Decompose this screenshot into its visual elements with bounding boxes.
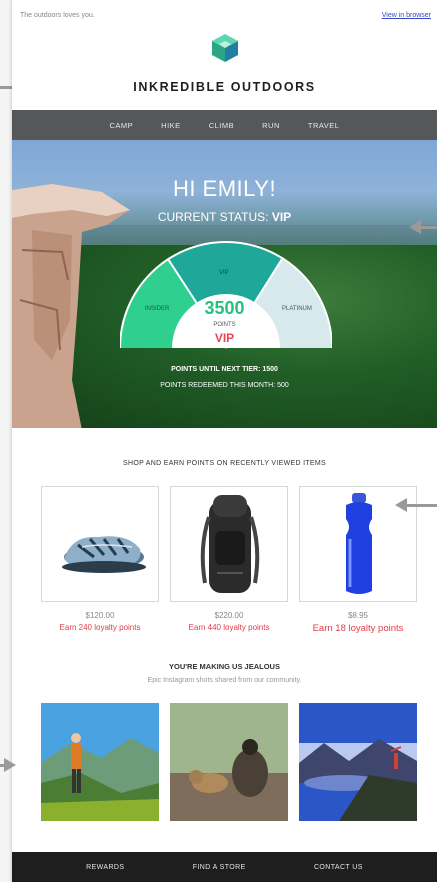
preheader: The outdoors loves you. View in browser: [20, 12, 431, 24]
product-price: $120.00: [85, 611, 115, 620]
dog-photo-icon: [170, 703, 288, 821]
gauge-current-tier: VIP: [214, 331, 235, 345]
product-grid: $120.00 Earn 240 loyalty points $220.00 …: [41, 486, 417, 646]
points-value: 3500: [204, 298, 245, 318]
annotation-arrow-hero: [409, 220, 437, 234]
email-body: The outdoors loves you. View in browser …: [12, 0, 437, 882]
footer-find-store-link[interactable]: FIND A STORE: [193, 864, 246, 871]
nav-item-travel[interactable]: TRAVEL: [308, 121, 340, 130]
community-photo-summit[interactable]: [299, 703, 417, 821]
product-earn-points[interactable]: Earn 440 loyalty points: [170, 623, 288, 632]
community-photo-hiker[interactable]: [41, 703, 159, 821]
preheader-tagline: The outdoors loves you.: [20, 12, 95, 19]
nav-item-camp[interactable]: CAMP: [110, 121, 134, 130]
product-card-backpack[interactable]: $220.00 Earn 440 loyalty points: [170, 486, 288, 632]
nav-item-hike[interactable]: HIKE: [161, 121, 181, 130]
community-photo-grid: [41, 703, 417, 823]
points-redeemed: POINTS REDEEMED THIS MONTH: 500: [160, 382, 289, 389]
community-subtitle: Epic Instagram shots shared from our com…: [147, 677, 302, 684]
product-price: $8.95: [347, 611, 369, 620]
nav-item-climb[interactable]: CLIMB: [209, 121, 234, 130]
status-label: CURRENT STATUS:: [157, 210, 269, 224]
footer-rewards-link[interactable]: REWARDS: [86, 864, 124, 871]
view-in-browser-link[interactable]: View in browser: [382, 12, 431, 19]
current-status: CURRENT STATUS: VIP: [12, 210, 437, 224]
points-label: POINTS: [213, 322, 236, 328]
product-image-frame[interactable]: [170, 486, 288, 602]
annotation-arrow-products: [395, 498, 437, 512]
footer-nav: REWARDS FIND A STORE CONTACT US: [12, 852, 437, 882]
brand-logo-icon: [211, 34, 238, 62]
product-earn-points[interactable]: Earn 18 loyalty points: [299, 623, 417, 634]
community-title: YOU'RE MAKING US JEALOUS: [169, 662, 280, 671]
status-value: VIP: [271, 210, 292, 224]
product-image-frame[interactable]: [41, 486, 159, 602]
brand-name: INKREDIBLE OUTDOORS: [133, 80, 316, 94]
product-price: $220.00: [214, 611, 244, 620]
product-card-sandal[interactable]: $120.00 Earn 240 loyalty points: [41, 486, 159, 632]
community-photo-dog[interactable]: [170, 703, 288, 821]
product-earn-points[interactable]: Earn 240 loyalty points: [41, 623, 159, 632]
sandal-icon: [62, 536, 146, 573]
hero-banner: HI EMILY! CURRENT STATUS: VIP INSIDER VI…: [12, 140, 437, 428]
main-nav: CAMP HIKE CLIMB RUN TRAVEL: [12, 110, 437, 140]
hiker-photo-icon: [41, 703, 159, 821]
shop-section-title: SHOP AND EARN POINTS ON RECENTLY VIEWED …: [123, 460, 326, 467]
backpack-icon: [200, 495, 260, 593]
gauge-tier-vip: VIP: [219, 270, 229, 276]
points-until-next-tier: POINTS UNTIL NEXT TIER: 1500: [171, 366, 278, 373]
greeting: HI EMILY!: [172, 176, 277, 201]
summit-photo-icon: [299, 703, 417, 821]
annotation-arrow-community: [0, 758, 16, 772]
footer-contact-link[interactable]: CONTACT US: [314, 864, 363, 871]
nav-item-run[interactable]: RUN: [262, 121, 280, 130]
